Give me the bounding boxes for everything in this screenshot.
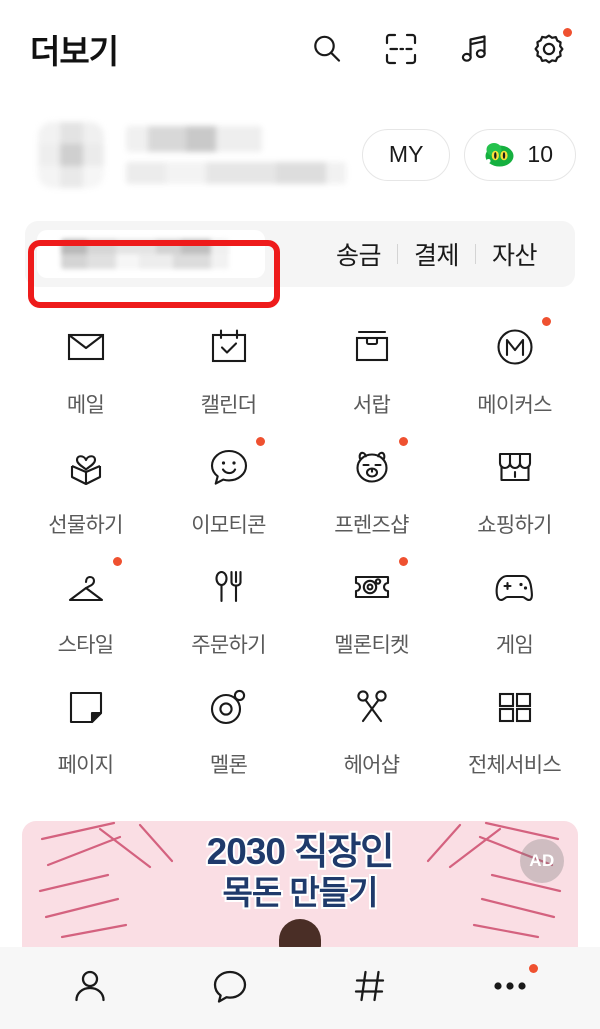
nav-friends[interactable] (60, 962, 120, 1014)
pay-link-assets[interactable]: 자산 (476, 236, 553, 272)
grid-item-label: 주문하기 (191, 634, 266, 657)
grid-item-makers[interactable]: 메이커스 (443, 306, 586, 426)
music-note-icon[interactable] (456, 30, 494, 68)
profile-status-masked (126, 161, 346, 184)
nav-more-badge-dot (529, 964, 538, 973)
grid-item-label: 메이커스 (477, 394, 552, 417)
profile-identity[interactable] (38, 121, 362, 188)
profile-actions: MY 10 (361, 128, 576, 181)
pay-links: 송금 결제 자산 (320, 236, 553, 272)
pay-link-payment[interactable]: 결제 (398, 236, 475, 272)
profile-name-masked (126, 125, 262, 152)
ad-copy: 2030 직장인 목돈 만들기 (22, 830, 578, 911)
grid-item-game[interactable]: 게임 (443, 546, 586, 666)
profile-text-block (126, 125, 346, 184)
grid-item-page[interactable]: 페이지 (14, 666, 157, 786)
search-icon[interactable] (308, 30, 346, 68)
page-note-icon (59, 680, 113, 734)
grid-item-label: 서랍 (352, 394, 391, 417)
ad-badge[interactable]: AD (520, 839, 564, 883)
spoon-fork-icon (202, 560, 256, 614)
grid-item-label: 메일 (66, 394, 105, 417)
ad-headline-2: 목돈 만들기 (221, 873, 381, 911)
header-actions (308, 27, 572, 68)
grid-item-label: 쇼핑하기 (477, 514, 552, 537)
grid-item-badge-dot (112, 557, 122, 566)
grid-item-drawer[interactable]: 서랍 (300, 306, 443, 426)
grid-item-badge-dot (255, 437, 265, 446)
grid-item-melonticket[interactable]: 멜론티켓 (300, 546, 443, 666)
grid-item-badge-dot (398, 437, 408, 446)
grid-item-hairshop[interactable]: 헤어샵 (300, 666, 443, 786)
calendar-check-icon (202, 320, 256, 374)
grid-item-label: 페이지 (57, 754, 115, 777)
drawer-icon (345, 320, 399, 374)
avatar[interactable] (38, 121, 104, 188)
qr-scan-icon[interactable] (382, 30, 420, 68)
ad-headline-1: 2030 직장인 (205, 830, 397, 873)
grid-item-label: 이모티콘 (191, 514, 266, 537)
bottom-navigation (0, 947, 600, 1029)
three-dots-icon (488, 964, 532, 1013)
grid-item-gift[interactable]: 선물하기 (14, 426, 157, 546)
grid-item-label: 캘린더 (200, 394, 258, 417)
makers-m-circle-icon (488, 317, 551, 374)
pay-balance-masked (61, 239, 229, 269)
pay-bar-wrapper: 송금 결제 자산 (0, 212, 600, 294)
ad-banner[interactable]: 2030 직장인 목돈 만들기 AD (22, 821, 578, 947)
grid-item-emoticon[interactable]: 이모티콘 (157, 426, 300, 546)
grid-item-label: 선물하기 (48, 514, 123, 537)
emoticon-count: 10 (527, 141, 553, 167)
grid-item-label: 헤어샵 (343, 754, 401, 777)
person-icon (68, 964, 112, 1013)
grid-four-squares-icon (488, 680, 542, 734)
grid-item-label: 게임 (495, 634, 534, 657)
grid-item-shopping[interactable]: 쇼핑하기 (443, 426, 586, 546)
emoticon-character-icon (485, 142, 514, 166)
nav-chats[interactable] (200, 962, 260, 1014)
scissors-icon (345, 680, 399, 734)
ticket-icon (345, 557, 408, 614)
app-header: 더보기 (0, 0, 600, 97)
gear-icon[interactable] (530, 27, 572, 68)
service-grid: 메일 캘린더 서랍 메이커스 선물하기 이모티콘 프렌즈샵 쇼핑하기 스타일 주… (0, 294, 600, 821)
gamepad-icon (488, 560, 542, 614)
smiley-speech-bubble-icon (202, 437, 265, 494)
melon-circle-icon (202, 680, 256, 734)
gear-badge-dot (563, 27, 572, 37)
ryan-face-icon (345, 437, 408, 494)
grid-item-melon[interactable]: 멜론 (157, 666, 300, 786)
storefront-icon (488, 440, 542, 494)
my-button[interactable]: MY (361, 128, 451, 181)
pay-bar: 송금 결제 자산 (25, 221, 575, 287)
grid-item-badge-dot (398, 557, 408, 566)
gift-box-heart-icon (59, 440, 113, 494)
hashtag-icon (348, 964, 392, 1013)
more-screen: 더보기 MY 10 송금 결제 자산 메일 캘린더 서랍 메이커스 선물하기 이… (0, 0, 600, 1029)
grid-item-label: 멜론티켓 (334, 634, 409, 657)
envelope-icon (59, 320, 113, 374)
grid-item-order[interactable]: 주문하기 (157, 546, 300, 666)
grid-item-label: 멜론 (209, 754, 248, 777)
grid-item-label: 스타일 (57, 634, 115, 657)
nav-openchat[interactable] (340, 962, 400, 1014)
grid-item-label: 프렌즈샵 (334, 514, 409, 537)
profile-row[interactable]: MY 10 (0, 97, 600, 212)
hanger-icon (59, 557, 122, 614)
grid-item-friendsshop[interactable]: 프렌즈샵 (300, 426, 443, 546)
grid-item-label: 전체서비스 (467, 754, 562, 777)
speech-bubble-icon (208, 964, 252, 1013)
grid-item-calendar[interactable]: 캘린더 (157, 306, 300, 426)
grid-item-badge-dot (541, 317, 551, 326)
pay-balance-chip[interactable] (37, 230, 265, 278)
grid-item-allservices[interactable]: 전체서비스 (443, 666, 586, 786)
nav-more[interactable] (480, 962, 540, 1014)
grid-item-style[interactable]: 스타일 (14, 546, 157, 666)
page-title: 더보기 (30, 32, 119, 70)
grid-item-mail[interactable]: 메일 (14, 306, 157, 426)
emoticon-count-button[interactable]: 10 (464, 128, 576, 181)
pay-link-send[interactable]: 송금 (320, 236, 397, 272)
